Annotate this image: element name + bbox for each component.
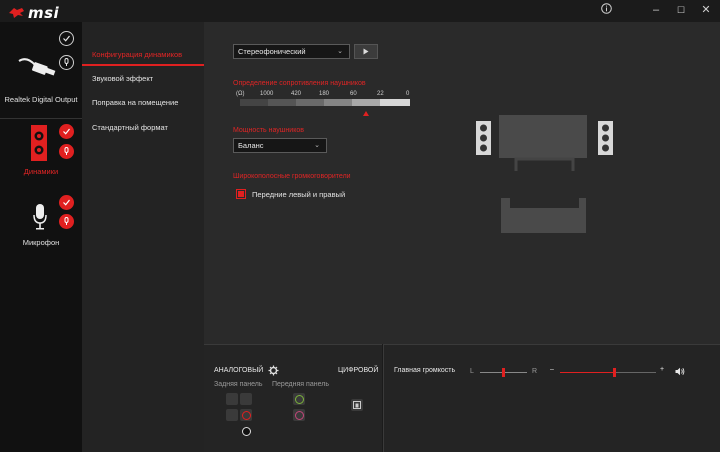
fullrange-option-label: Передние левый и правый [252,190,346,199]
device-digital-output[interactable]: Realtek Digital Output [0,22,82,118]
speaker-config-panel: Стереофонический ⌄ Определение сопротивл… [204,22,720,344]
device-microphone[interactable]: Микрофон [0,192,82,262]
msi-logo: msi [8,4,59,22]
close-button[interactable]: ✕ [698,3,714,17]
volume-plus-button[interactable]: + [660,366,664,373]
balance-right-label: R [532,368,538,375]
volume-slider-thumb[interactable] [613,368,617,377]
impedance-tick: 60 [350,91,357,97]
speaker-mode-value: Стереофонический [238,47,306,56]
balance-left-label: L [470,368,474,375]
check-icon [63,199,70,206]
menu-item-speaker-config[interactable]: Конфигурация динамиков [92,50,182,59]
info-button[interactable] [598,3,614,17]
balance-slider-thumb[interactable] [502,368,505,377]
impedance-scale-bar [240,99,410,116]
rear-jack-spdif[interactable] [240,425,252,437]
impedance-tick: 0 [406,91,410,97]
power-label: Мощность наушников [233,127,304,134]
fullrange-label: Широкополосные громкоговорители [233,173,351,180]
impedance-tick: 180 [319,91,330,97]
device-label-speakers: Динамики [23,167,59,176]
active-menu-indicator [82,64,204,66]
menu-item-room-correction[interactable]: Поправка на помещение [92,98,178,107]
digital-output-icon [18,58,56,76]
volume-icon[interactable] [675,367,685,376]
default-device-check[interactable] [59,124,74,139]
master-volume-label: Главная громкость [394,367,456,374]
default-device-check[interactable] [59,31,74,46]
menu-item-sound-effect[interactable]: Звуковой эффект [92,74,153,83]
impedance-label: Определение сопротивления наушников [233,80,366,87]
device-speakers[interactable]: Динамики [0,119,82,199]
volume-slider-fill [560,372,615,373]
settings-menu: Конфигурация динамиков Звуковой эффект П… [82,22,204,452]
minimize-button[interactable]: – [648,3,664,17]
impedance-unit: (Ω) [236,91,245,97]
chevron-down-icon: ⌄ [314,142,320,149]
fullrange-checkbox[interactable] [236,189,246,199]
rear-jack-speaker-out[interactable] [240,409,252,421]
front-jack-mic[interactable] [293,409,305,421]
check-icon [63,128,70,135]
play-icon [363,48,369,55]
speaker-icon [31,125,47,161]
mic-small-icon [64,147,69,155]
table-shape [514,157,575,171]
menu-item-default-format[interactable]: Стандартный формат [92,123,168,132]
speaker-layout-illustration [476,115,613,233]
impedance-marker [363,111,369,116]
check-icon [63,35,70,42]
title-bar: msi – ☐ ✕ [0,0,720,22]
rear-jack[interactable] [240,393,252,405]
rear-panel-label: Задняя панель [214,381,263,388]
mic-small-icon [64,217,69,225]
digital-output-jack[interactable] [351,399,363,411]
front-panel-label: Передняя панель [272,381,329,388]
default-comm-device-button[interactable] [59,144,74,159]
power-value: Баланс [238,141,264,150]
volume-minus-button[interactable]: – [550,366,554,373]
mic-small-icon [64,58,69,66]
info-icon [600,3,612,14]
impedance-tick: 420 [291,91,302,97]
device-sidebar: Realtek Digital Output Динамики Микрофон [0,22,82,452]
default-comm-device-button[interactable] [59,214,74,229]
connectors-panel: АНАЛОГОВЫЙ ЦИФРОВОЙ Задняя панель Передн… [204,344,382,452]
microphone-icon [33,204,47,230]
couch-shape [501,198,586,233]
checkbox-checked-mark [238,191,244,197]
rear-jack[interactable] [226,393,238,405]
dragon-icon [9,8,24,18]
maximize-button[interactable]: ☐ [673,3,689,17]
default-comm-device-button[interactable] [59,55,74,70]
screen-shape [499,115,587,158]
impedance-tick: 1000 [260,91,274,97]
chevron-down-icon: ⌄ [337,48,343,55]
device-label-microphone: Микрофон [22,238,60,247]
power-select[interactable]: Баланс ⌄ [233,138,327,153]
digital-label: ЦИФРОВОЙ [338,367,379,374]
impedance-tick: 22 [377,91,384,97]
analog-label: АНАЛОГОВЫЙ [214,367,264,374]
logo-text: msi [28,4,60,22]
speaker-mode-select[interactable]: Стереофонический ⌄ [233,44,350,59]
rear-jack[interactable] [226,409,238,421]
front-jack-headphone[interactable] [293,393,305,405]
master-volume-panel: Главная громкость L R – + [383,344,720,452]
gear-icon[interactable] [268,365,279,376]
default-device-check[interactable] [59,195,74,210]
device-label-digital-output: Realtek Digital Output [4,95,78,104]
test-play-button[interactable] [354,44,378,59]
optical-port-icon [353,401,361,409]
